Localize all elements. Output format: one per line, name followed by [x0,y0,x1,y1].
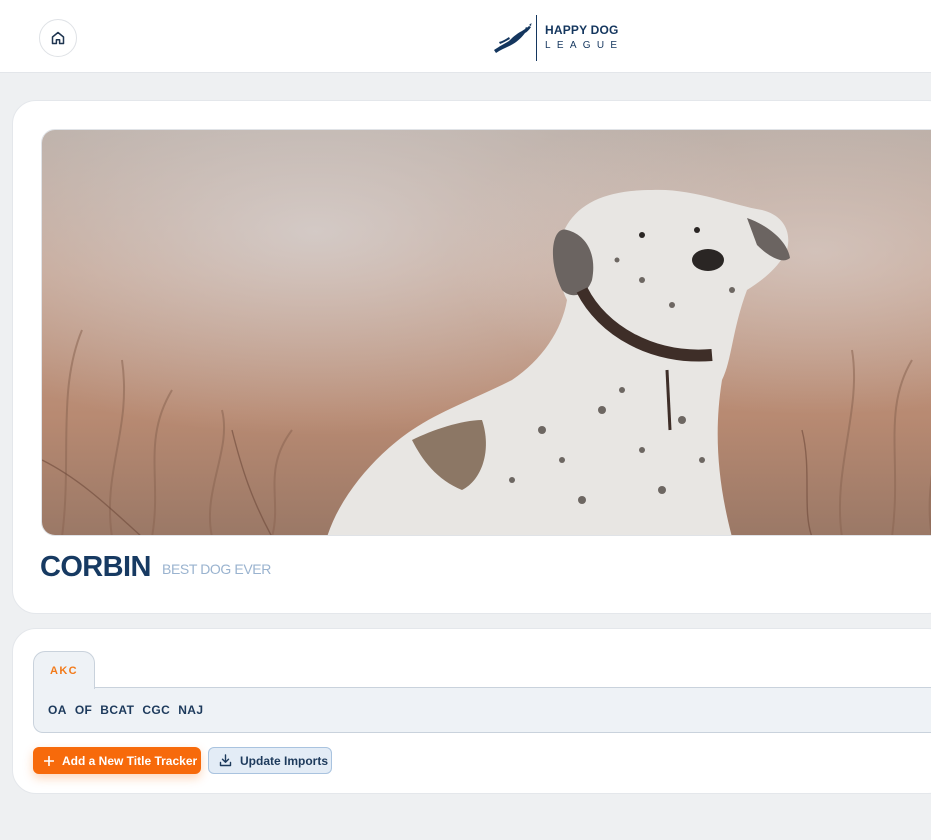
home-button[interactable] [39,19,77,57]
add-title-tracker-label: Add a New Title Tracker [62,753,198,768]
logo-line-2: LEAGUE [545,40,624,51]
titles-card: AKC OA OF BCAT CGC NAJ Add a New Title T… [12,628,931,794]
happy-dog-league-logo[interactable]: HAPPY DOG LEAGUE [492,14,623,62]
logo-wordmark: HAPPY DOG LEAGUE [545,24,623,52]
home-icon [51,31,65,45]
logo-divider [536,15,537,61]
logo-line-1: HAPPY DOG [545,23,619,37]
title-badge: OA [48,703,67,717]
dog-name: CORBIN [40,551,151,583]
top-navigation-bar: HAPPY DOG LEAGUE [0,0,931,73]
add-title-tracker-button[interactable]: Add a New Title Tracker [33,747,201,774]
plus-icon [44,755,54,766]
leaping-dog-logo-icon [494,23,532,53]
download-icon [219,754,232,767]
dog-photo [41,129,931,536]
update-imports-label: Update Imports [240,753,329,768]
title-badge: CGC [142,703,171,717]
dog-tagline: BEST DOG EVER [162,561,271,577]
earned-titles-list: OA OF BCAT CGC NAJ [33,687,931,733]
update-imports-button[interactable]: Update Imports [208,747,332,774]
tab-akc[interactable]: AKC [33,651,95,689]
title-badge: NAJ [178,703,204,717]
dog-profile-card: CORBIN BEST DOG EVER [12,100,931,614]
title-badge: BCAT [100,703,135,717]
title-badge: OF [74,703,93,717]
